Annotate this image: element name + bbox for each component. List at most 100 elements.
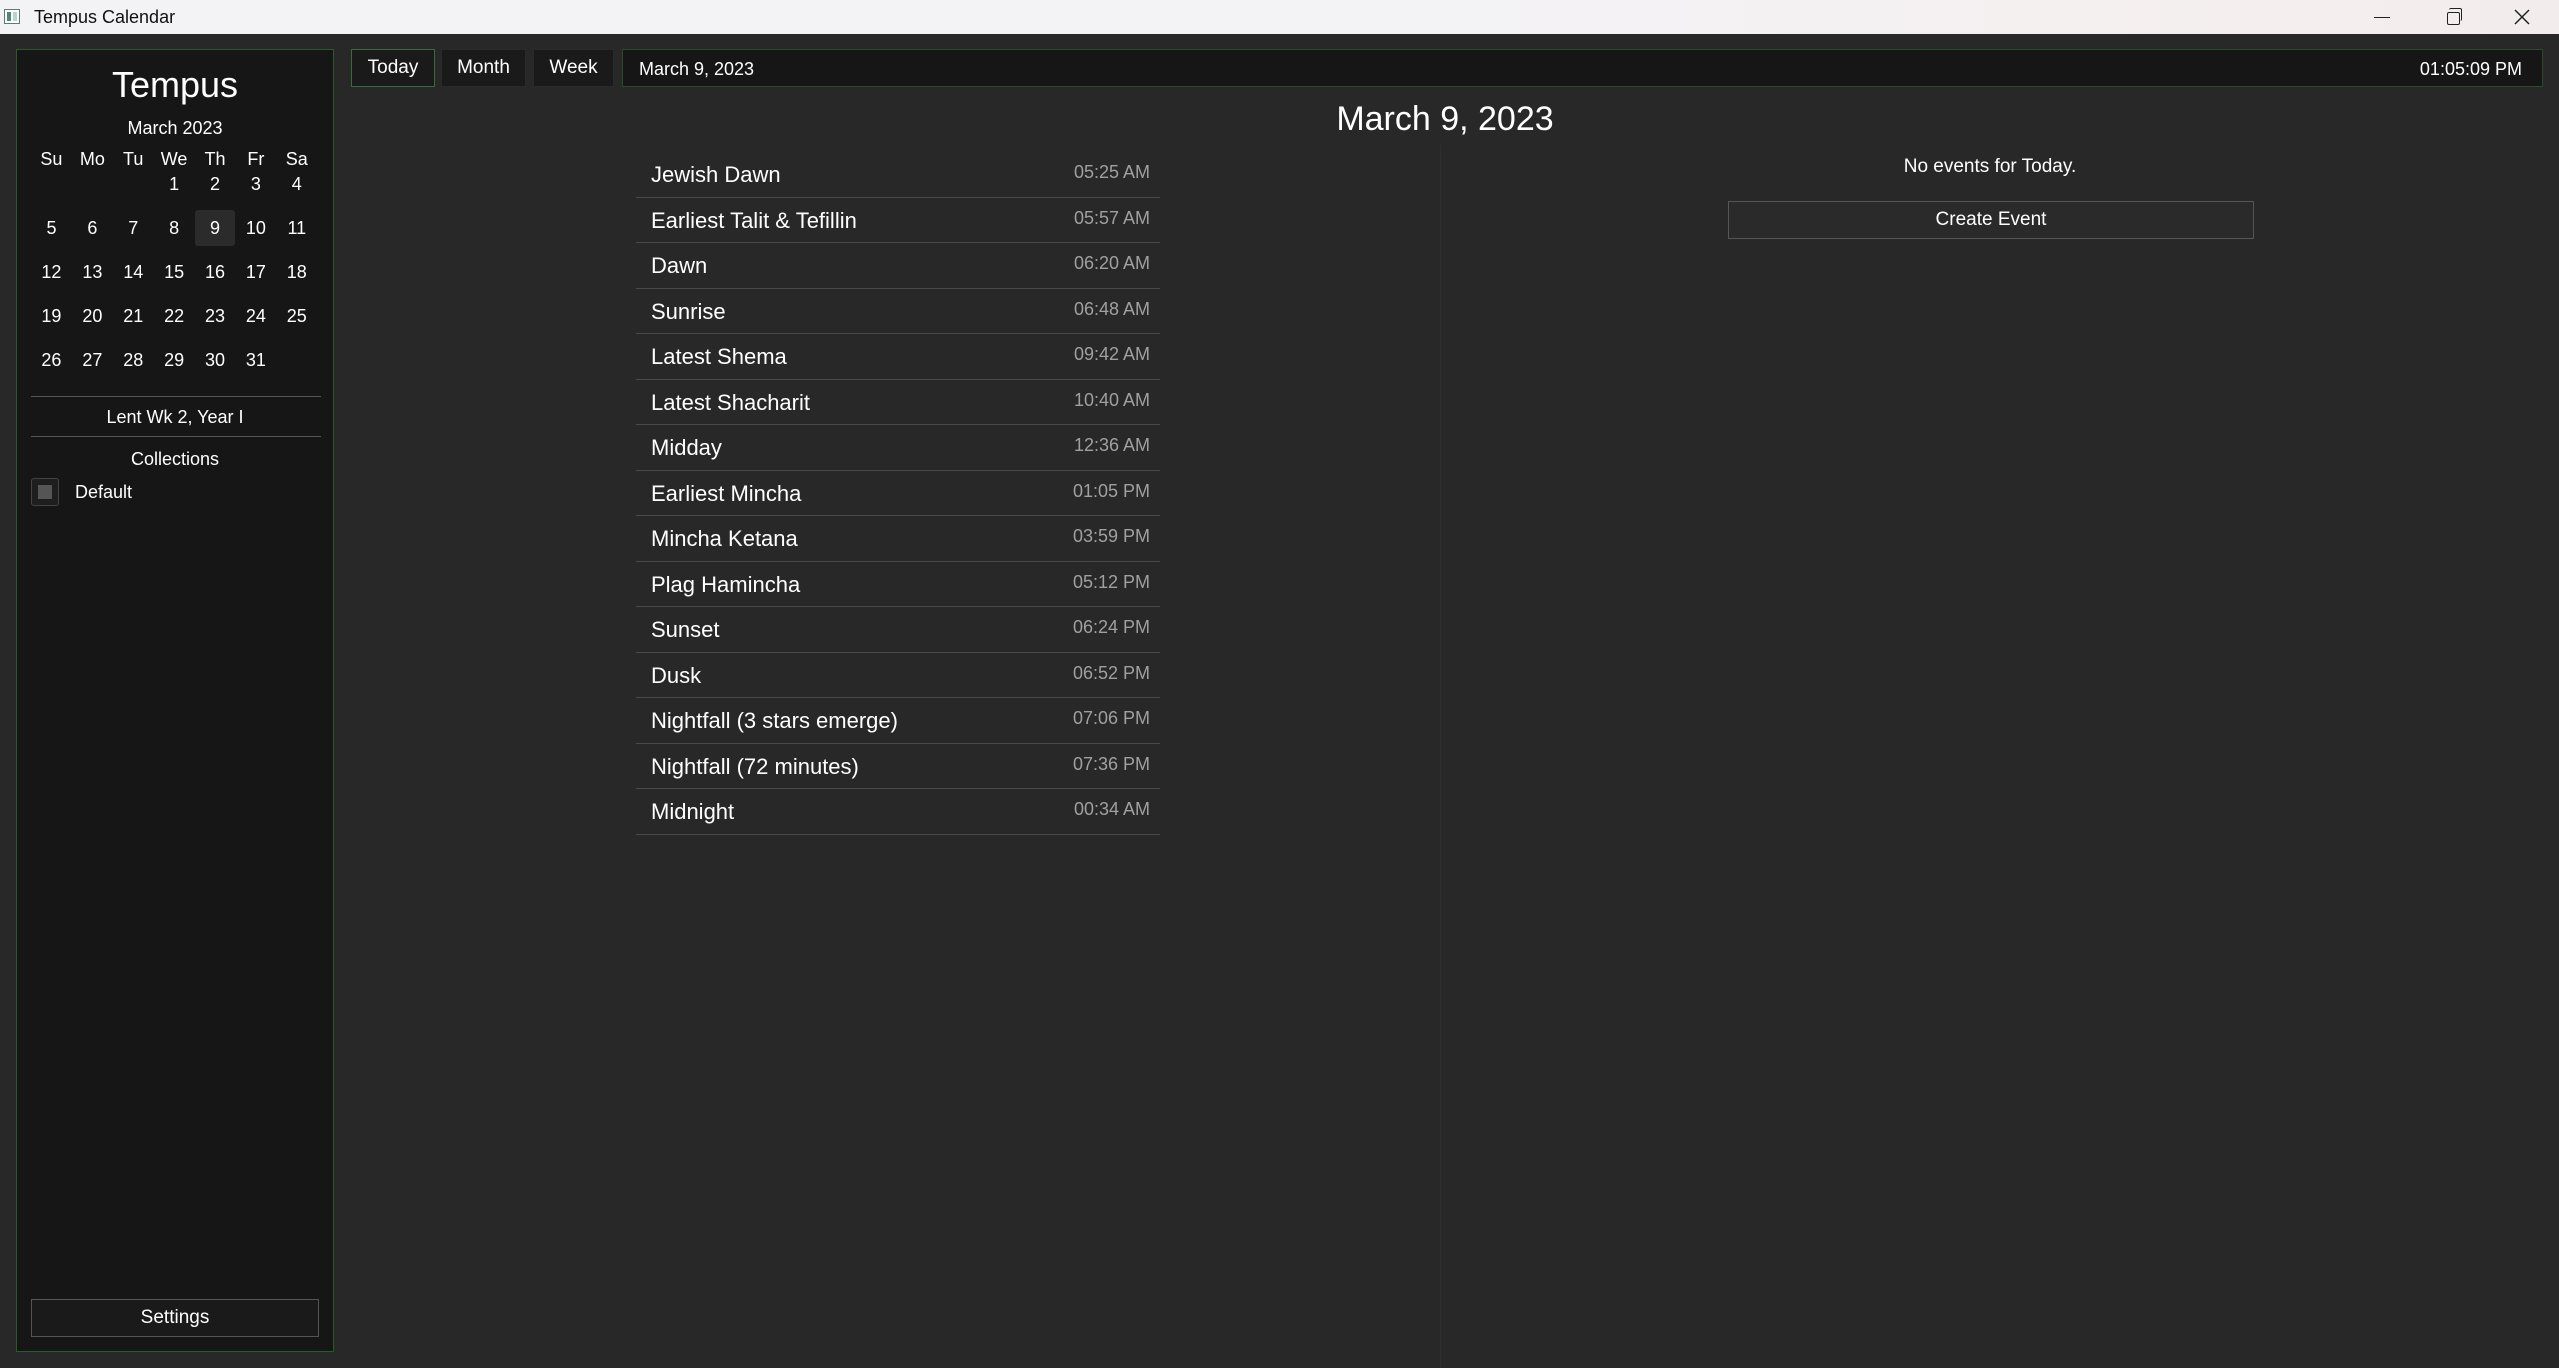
calendar-day[interactable]: 1: [154, 166, 195, 202]
calendar-day[interactable]: 12: [31, 254, 72, 290]
zman-row: Plag Hamincha 05:12 PM: [636, 562, 1160, 607]
calendar-day[interactable]: 11: [276, 210, 317, 246]
zman-name: Sunrise: [651, 298, 726, 324]
zman-name: Sunset: [651, 617, 720, 642]
calendar-day[interactable]: 18: [276, 254, 317, 290]
zman-time: 07:36 PM: [1072, 753, 1150, 774]
calendar-day-empty: [113, 166, 154, 202]
calendar-day[interactable]: 23: [195, 298, 236, 334]
zman-row: Latest Shema 09:42 AM: [636, 334, 1160, 380]
calendar-day[interactable]: 5: [31, 210, 72, 246]
zman-name: Midnight: [651, 799, 735, 824]
calendar-day[interactable]: 6: [72, 210, 113, 246]
zman-row: Sunset 06:24 PM: [636, 607, 1160, 653]
zman-name: Latest Shacharit: [651, 389, 810, 415]
zman-row: Midnight 00:34 AM: [636, 789, 1160, 835]
calendar-day[interactable]: 3: [235, 166, 276, 202]
divider: [31, 436, 321, 437]
zman-name: Nightfall (3 stars emerge): [651, 708, 898, 733]
collection-label: Default: [75, 481, 133, 502]
calendar-day[interactable]: 20: [72, 298, 113, 334]
calendar-day[interactable]: 25: [276, 298, 317, 334]
calendar-day[interactable]: 19: [31, 298, 72, 334]
collections-heading: Collections: [130, 449, 220, 469]
calendar-week-row: 12 13 14 15 16 17 18: [31, 254, 317, 290]
zman-time: 01:05 PM: [1072, 480, 1150, 501]
zman-row: Mincha Ketana 03:59 PM: [636, 516, 1160, 562]
title-bar: Tempus Calendar: [0, 0, 2559, 34]
zman-row: Dusk 06:52 PM: [636, 653, 1160, 698]
minimize-button[interactable]: [2348, 0, 2416, 34]
collection-item-default[interactable]: Default: [31, 478, 321, 506]
zman-row: Earliest Talit & Tefillin 05:57 AM: [636, 198, 1160, 243]
calendar-day[interactable]: 30: [195, 342, 236, 378]
calendar-day[interactable]: 13: [72, 254, 113, 290]
date-bar: March 9, 2023 01:05:09 PM: [622, 49, 2543, 87]
day-heading: March 9, 2023: [1336, 100, 1554, 138]
restore-icon: [2447, 8, 2462, 25]
calendar-day[interactable]: 15: [154, 254, 195, 290]
window-title: Tempus Calendar: [34, 7, 176, 27]
zman-name: Earliest Talit & Tefillin: [651, 207, 857, 233]
no-events-message: No events for Today.: [1903, 156, 2077, 177]
calendar-day[interactable]: 16: [195, 254, 236, 290]
calendar-day[interactable]: 28: [113, 342, 154, 378]
calendar-week-row: 19 20 21 22 23 24 25: [31, 298, 317, 334]
calendar-day[interactable]: 7: [113, 210, 154, 246]
today-button[interactable]: Today: [351, 49, 435, 87]
create-event-button[interactable]: Create Event: [1728, 201, 2254, 239]
collection-checkbox[interactable]: [31, 478, 59, 506]
zman-time: 09:42 AM: [1073, 344, 1150, 364]
column-divider: [1440, 145, 1441, 1368]
mini-calendar-month: March 2023: [127, 118, 223, 138]
zman-name: Latest Shema: [651, 344, 787, 369]
maximize-button[interactable]: [2418, 0, 2486, 34]
close-button[interactable]: [2488, 0, 2556, 34]
zman-name: Plag Hamincha: [651, 571, 801, 597]
zmanim-list: Jewish Dawn 05:25 AM Earliest Talit & Tefi…: [636, 152, 1160, 835]
week-view-button[interactable]: Week: [533, 49, 614, 87]
calendar-day[interactable]: 8: [154, 210, 195, 246]
calendar-day[interactable]: 21: [113, 298, 154, 334]
calendar-week-row: 5 6 7 8 9 10 11: [31, 210, 317, 246]
calendar-day[interactable]: 17: [235, 254, 276, 290]
zman-row: Jewish Dawn 05:25 AM: [636, 152, 1160, 198]
calendar-day-empty: [276, 342, 317, 378]
zman-time: 06:48 AM: [1073, 298, 1150, 319]
liturgical-week-label: Lent Wk 2, Year I: [106, 407, 244, 427]
calendar-day[interactable]: 14: [113, 254, 154, 290]
zman-row: Nightfall (72 minutes) 07:36 PM: [636, 744, 1160, 789]
calendar-day[interactable]: 4: [276, 166, 317, 202]
calendar-day[interactable]: 22: [154, 298, 195, 334]
calendar-day[interactable]: 24: [235, 298, 276, 334]
zman-row: Midday 12:36 AM: [636, 425, 1160, 471]
zman-name: Jewish Dawn: [651, 162, 781, 187]
calendar-day-empty: [72, 166, 113, 202]
calendar-app-icon: [4, 9, 20, 24]
calendar-day[interactable]: 2: [195, 166, 236, 202]
calendar-week-row: 1234: [31, 166, 317, 202]
calendar-day[interactable]: 31: [235, 342, 276, 378]
current-time: 01:05:09 PM: [2419, 59, 2522, 79]
month-view-button[interactable]: Month: [441, 49, 526, 87]
zman-name: Dusk: [651, 662, 702, 688]
zman-time: 06:24 PM: [1072, 617, 1150, 637]
calendar-day[interactable]: 29: [154, 342, 195, 378]
checkbox-fill-icon: [38, 485, 52, 499]
sidebar: Tempus March 2023 Su Mo Tu We Th Fr Sa 1234567…: [16, 49, 334, 1352]
calendar-day[interactable]: 27: [72, 342, 113, 378]
settings-button[interactable]: Settings: [31, 1299, 319, 1337]
calendar-day[interactable]: 9: [194, 210, 236, 246]
zman-name: Dawn: [651, 253, 708, 278]
minimize-icon: [2374, 16, 2390, 18]
zman-time: 03:59 PM: [1072, 526, 1150, 546]
calendar-day[interactable]: 26: [31, 342, 72, 378]
zman-time: 05:25 AM: [1073, 162, 1150, 182]
zman-name: Midday: [651, 435, 722, 460]
zman-time: 12:36 AM: [1073, 435, 1150, 455]
zman-time: 10:40 AM: [1073, 389, 1150, 410]
calendar-day[interactable]: 10: [235, 210, 276, 246]
calendar-day-empty: [31, 166, 72, 202]
divider: [31, 396, 321, 397]
calendar-week-row: 26 27 28 29 30 31: [31, 342, 317, 378]
